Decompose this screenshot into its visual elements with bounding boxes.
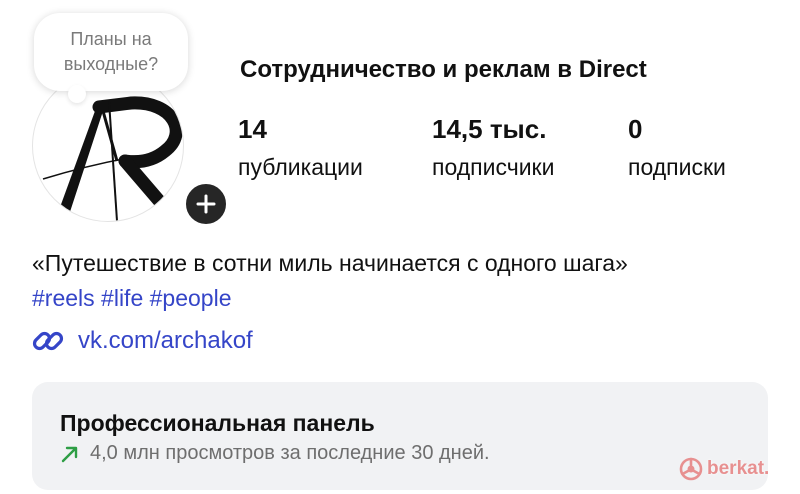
watermark: berkat.: [678, 456, 769, 482]
pro-panel-subtitle: 4,0 млн просмотров за последние 30 дней.: [60, 442, 490, 465]
link-icon: [32, 331, 64, 351]
hashtag-people[interactable]: #people: [150, 285, 232, 311]
bio-text: «Путешествие в сотни миль начинается с о…: [32, 250, 628, 276]
avatar[interactable]: [32, 70, 184, 222]
add-story-button[interactable]: [182, 180, 230, 228]
followers-count: 14,5 тыс.: [432, 114, 547, 144]
posts-label: публикации: [238, 154, 363, 180]
following-label: подписки: [628, 154, 726, 180]
ar-monogram-logo: [42, 96, 183, 221]
posts-count: 14: [238, 114, 267, 144]
profile-title: Сотрудничество и реклам в Direct: [240, 56, 647, 83]
profile-link-text: vk.com/archakof: [78, 327, 253, 354]
plus-icon: [196, 194, 216, 214]
stat-posts[interactable]: 14 публикации: [238, 114, 363, 182]
stat-followers[interactable]: 14,5 тыс. подписчики: [432, 114, 554, 182]
trend-up-arrow-icon: [61, 446, 78, 462]
profile-avatar-group: [32, 70, 230, 228]
bio-hashtags: #reels #life #people: [32, 283, 232, 313]
hashtag-reels[interactable]: #reels: [32, 285, 95, 311]
stat-following[interactable]: 0 подписки: [628, 114, 726, 182]
professional-dashboard-card[interactable]: Профессиональная панель 4,0 млн просмотр…: [32, 382, 768, 490]
pro-panel-title: Профессиональная панель: [60, 410, 375, 436]
note-bubble[interactable]: Планы на выходные?: [34, 13, 188, 103]
note-text: Планы на выходные?: [63, 29, 159, 74]
berkat-logo-icon: [679, 457, 703, 481]
followers-label: подписчики: [432, 154, 555, 180]
profile-link[interactable]: vk.com/archakof: [32, 325, 253, 357]
watermark-text: berkat.: [707, 458, 770, 479]
pro-panel-stats-text: 4,0 млн просмотров за последние 30 дней.: [90, 442, 490, 464]
following-count: 0: [628, 114, 643, 144]
hashtag-life[interactable]: #life: [101, 285, 143, 311]
